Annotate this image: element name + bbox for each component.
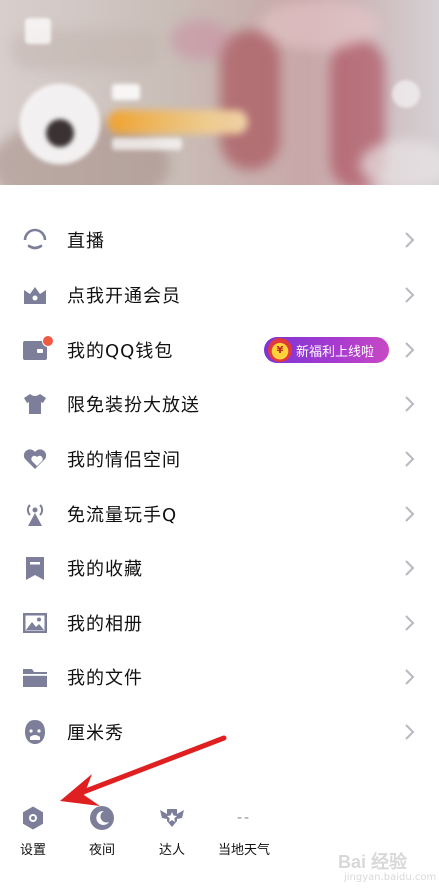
menu-item-label: 限免装扮大放送 xyxy=(67,395,200,416)
folder-icon xyxy=(22,664,48,690)
expert-button[interactable]: 达人 xyxy=(137,805,207,858)
menu-item-favorites[interactable]: 我的收藏 xyxy=(0,541,439,595)
moon-icon xyxy=(88,805,116,831)
menu-item-vip[interactable]: 点我开通会员 xyxy=(0,268,439,322)
menu-item-label: 我的QQ钱包 xyxy=(67,341,174,362)
night-mode-button[interactable]: 夜间 xyxy=(67,805,137,858)
menu-item-label: 直播 xyxy=(67,231,105,252)
notification-dot xyxy=(42,335,54,347)
bookmark-icon xyxy=(22,555,48,581)
menu-item-label: 点我开通会员 xyxy=(67,286,181,307)
shirt-icon xyxy=(22,391,48,417)
menu-item-label: 我的相册 xyxy=(67,614,143,635)
chevron-right-icon xyxy=(404,450,416,468)
winged-badge-icon xyxy=(158,805,186,831)
menu-item-label: 厘米秀 xyxy=(67,723,124,744)
chevron-right-icon xyxy=(404,341,416,359)
menu-item-cmshow[interactable]: 厘米秀 xyxy=(0,705,439,759)
menu-item-label: 免流量玩手Q xyxy=(67,505,178,526)
chevron-right-icon xyxy=(404,668,416,686)
chevron-right-icon xyxy=(404,723,416,741)
promo-badge[interactable]: ¥ 新福利上线啦 xyxy=(264,337,389,363)
couple-heart-icon xyxy=(22,446,48,472)
hexagon-settings-icon xyxy=(19,805,47,831)
wallet-icon xyxy=(22,335,54,363)
chevron-right-icon xyxy=(404,505,416,523)
menu-item-label: 我的收藏 xyxy=(67,559,143,580)
menu-item-couple-space[interactable]: 我的情侣空间 xyxy=(0,432,439,486)
settings-label: 设置 xyxy=(19,843,46,858)
night-mode-label: 夜间 xyxy=(88,843,115,858)
watermark: Bai 经验 jingyan.baidu.com xyxy=(330,848,436,888)
menu-item-free-data[interactable]: 免流量玩手Q xyxy=(0,487,439,541)
menu-item-album[interactable]: 我的相册 xyxy=(0,596,439,650)
header-left-icon[interactable] xyxy=(25,18,51,44)
header-right-icon[interactable] xyxy=(392,80,420,108)
menu-item-dressup[interactable]: 限免装扮大放送 xyxy=(0,377,439,431)
weather-value: -- xyxy=(236,810,252,826)
expert-label: 达人 xyxy=(158,843,185,858)
local-weather-button[interactable]: -- 当地天气 xyxy=(209,805,279,858)
avatar[interactable] xyxy=(20,84,100,164)
profile-name-blurred xyxy=(112,84,140,100)
signal-tower-icon xyxy=(22,501,48,527)
cmshow-face-icon xyxy=(22,719,48,745)
coin-icon: ¥ xyxy=(268,338,292,362)
photo-icon xyxy=(22,610,48,636)
profile-subtitle-blurred xyxy=(112,138,182,150)
vip-badge-blurred[interactable] xyxy=(108,110,248,134)
chevron-right-icon xyxy=(404,395,416,413)
chevron-right-icon xyxy=(404,286,416,304)
chevron-right-icon xyxy=(404,614,416,632)
menu-item-wallet[interactable]: 我的QQ钱包 ¥ 新福利上线啦 xyxy=(0,323,439,377)
live-icon xyxy=(22,227,48,253)
promo-text: 新福利上线啦 xyxy=(296,344,375,360)
menu-item-label: 我的情侣空间 xyxy=(67,450,181,471)
watermark-brand: Bai 经验 xyxy=(338,852,408,872)
menu-item-label: 我的文件 xyxy=(67,668,143,689)
menu-item-files[interactable]: 我的文件 xyxy=(0,650,439,704)
weather-label: 当地天气 xyxy=(217,843,270,858)
settings-button[interactable]: 设置 xyxy=(0,805,68,858)
crown-icon xyxy=(22,282,48,308)
watermark-url: jingyan.baidu.com xyxy=(344,872,437,883)
menu-item-live[interactable]: 直播 xyxy=(0,213,439,267)
profile-header xyxy=(0,0,439,185)
chevron-right-icon xyxy=(404,231,416,249)
chevron-right-icon xyxy=(404,559,416,577)
